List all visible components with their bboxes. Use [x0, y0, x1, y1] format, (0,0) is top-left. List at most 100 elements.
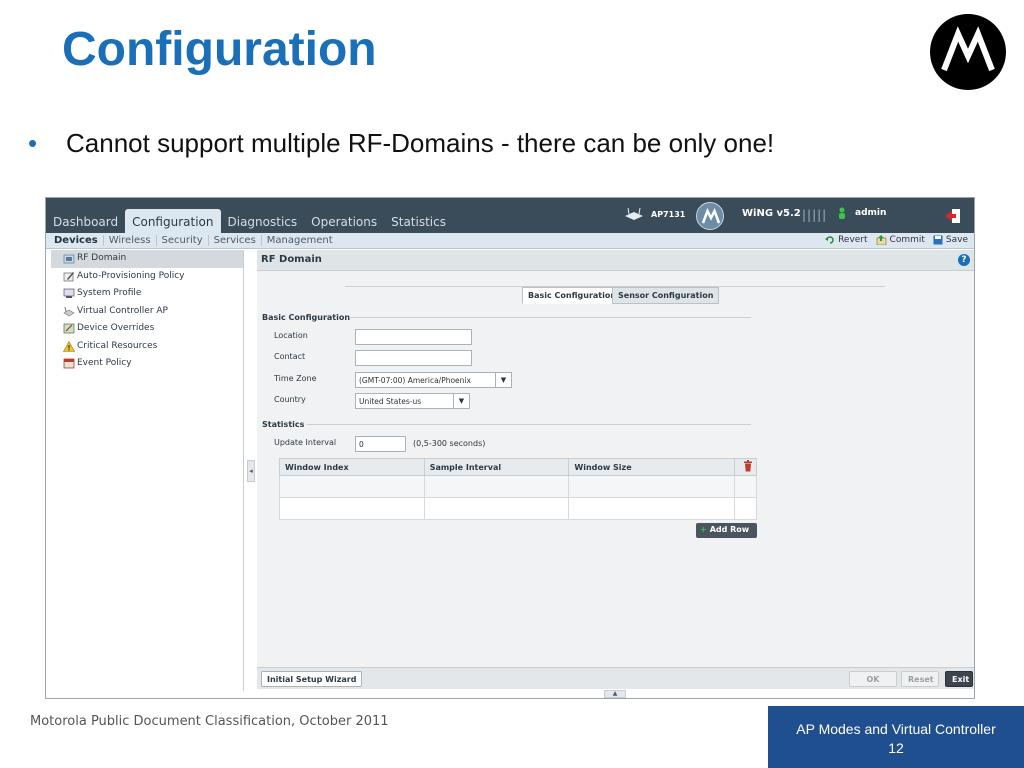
content-title: RF Domain: [261, 254, 322, 265]
motorola-logo: [930, 14, 1006, 90]
motorola-mini-logo: [696, 202, 724, 230]
location-label: Location: [274, 331, 308, 340]
subtab-services[interactable]: Services: [209, 235, 262, 246]
subtab-security[interactable]: Security: [157, 235, 209, 246]
location-input[interactable]: [355, 329, 472, 345]
country-select[interactable]: United States-us ▼: [355, 393, 470, 409]
tab-sensor-configuration[interactable]: Sensor Configuration: [612, 287, 720, 304]
tab-configuration[interactable]: Configuration: [125, 209, 221, 233]
time-zone-label: Time Zone: [274, 374, 317, 383]
system-profile-icon: [63, 288, 75, 298]
rf-domain-icon: [63, 254, 75, 264]
virtual-controller-icon: [63, 306, 75, 316]
bullet-text: Cannot support multiple RF-Domains - the…: [66, 128, 775, 158]
commit-icon: [876, 235, 886, 245]
revert-button[interactable]: Revert: [825, 235, 868, 245]
sidebar-item-virtual-controller[interactable]: Virtual Controller AP: [51, 303, 243, 321]
exit-button[interactable]: Exit: [945, 671, 973, 687]
user-icon: [839, 207, 845, 219]
statistics-heading: Statistics: [262, 420, 305, 429]
table-row[interactable]: [279, 497, 757, 520]
access-point-icon: [625, 207, 643, 220]
save-icon: [933, 235, 943, 245]
reset-button[interactable]: Reset: [901, 671, 939, 687]
time-zone-value: (GMT-07:00) America/Phoenix: [359, 376, 471, 385]
revert-icon: [825, 236, 834, 244]
section-divider: [349, 317, 751, 318]
tab-diagnostics[interactable]: Diagnostics: [221, 209, 305, 233]
table-row[interactable]: [279, 475, 757, 498]
time-zone-select[interactable]: (GMT-07:00) America/Phoenix ▼: [355, 372, 512, 388]
plus-icon: +: [700, 525, 707, 534]
top-navigation: Dashboard Configuration Diagnostics Oper…: [46, 198, 974, 233]
tab-operations[interactable]: Operations: [304, 209, 384, 233]
device-overrides-icon: [63, 323, 75, 334]
table-header-row: Window Index Sample Interval Window Size: [279, 458, 757, 476]
column-header-window-size[interactable]: Window Size: [568, 458, 736, 476]
revert-label: Revert: [838, 235, 868, 245]
device-label: AP7131: [651, 210, 686, 219]
sidebar-item-device-overrides[interactable]: Device Overrides: [51, 320, 243, 338]
country-value: United States-us: [359, 397, 422, 406]
update-interval-hint: (0,5-300 seconds): [413, 439, 486, 448]
sidebar-item-label: System Profile: [77, 288, 142, 298]
commit-label: Commit: [889, 235, 925, 245]
app-window: Dashboard Configuration Diagnostics Oper…: [45, 197, 975, 699]
basic-configuration-heading: Basic Configuration: [262, 313, 351, 322]
version-label: WiNG v5.2: [742, 208, 801, 219]
sidebar-item-critical-resources[interactable]: Critical Resources: [51, 338, 243, 356]
commit-button[interactable]: Commit: [876, 235, 925, 245]
page-number: 12: [888, 740, 904, 756]
logout-icon[interactable]: [944, 208, 962, 224]
footer-box: AP Modes and Virtual Controller 12: [768, 706, 1024, 768]
statistics-table: Window Index Sample Interval Window Size: [279, 458, 757, 520]
add-row-button[interactable]: + Add Row: [696, 523, 757, 538]
provisioning-icon: [63, 271, 74, 281]
sidebar-collapse-handle[interactable]: ◂: [247, 460, 255, 482]
dropdown-arrow-icon: ▼: [453, 394, 469, 408]
section-divider: [307, 424, 751, 425]
sidebar-item-auto-provisioning[interactable]: Auto-Provisioning Policy: [51, 268, 243, 286]
contact-input[interactable]: [355, 350, 472, 366]
ok-button[interactable]: OK: [849, 671, 897, 687]
sidebar-item-event-policy[interactable]: Event Policy: [51, 355, 243, 373]
signal-bars: |||||: [802, 208, 828, 222]
top-tabs: Dashboard Configuration Diagnostics Oper…: [46, 209, 453, 233]
bullet-icon: •: [28, 128, 38, 158]
tab-basic-configuration[interactable]: Basic Configuration: [522, 287, 623, 304]
save-label: Save: [945, 235, 968, 245]
contact-label: Contact: [274, 352, 306, 361]
content-header: RF Domain ?: [257, 250, 974, 271]
slide-title: Configuration: [62, 23, 377, 76]
sidebar-item-rf-domain[interactable]: RF Domain: [51, 250, 243, 268]
event-policy-icon: [63, 358, 75, 369]
bottom-bar: Initial Setup Wizard OK Reset Exit: [257, 667, 974, 689]
content-panel: RF Domain ? Basic Configuration Sensor C…: [257, 250, 974, 667]
column-header-sample-interval[interactable]: Sample Interval: [423, 458, 570, 476]
country-label: Country: [274, 395, 306, 404]
initial-setup-wizard-button[interactable]: Initial Setup Wizard: [261, 671, 363, 687]
bottom-expand-handle[interactable]: ▲: [604, 690, 626, 698]
dropdown-arrow-icon: ▼: [495, 373, 511, 387]
sidebar-item-label: RF Domain: [77, 253, 127, 263]
trash-icon[interactable]: [743, 460, 753, 472]
update-interval-input[interactable]: 0: [355, 436, 406, 452]
add-row-label: Add Row: [709, 525, 750, 534]
subtab-wireless[interactable]: Wireless: [104, 235, 157, 246]
warning-icon: [63, 340, 75, 352]
subtab-devices[interactable]: Devices: [54, 235, 104, 246]
tab-dashboard[interactable]: Dashboard: [46, 209, 125, 233]
subtab-management[interactable]: Management: [262, 235, 338, 246]
help-icon[interactable]: ?: [958, 254, 970, 266]
username[interactable]: admin: [855, 208, 886, 218]
sidebar-item-label: Event Policy: [77, 358, 132, 368]
save-button[interactable]: Save: [933, 235, 968, 245]
footer-classification: Motorola Public Document Classification,…: [30, 714, 389, 729]
sub-navigation: Devices Wireless Security Services Manag…: [46, 233, 974, 249]
tab-statistics[interactable]: Statistics: [384, 209, 453, 233]
sidebar-item-label: Virtual Controller AP: [77, 305, 168, 316]
column-header-window-index[interactable]: Window Index: [279, 458, 425, 476]
sidebar: RF Domain Auto-Provisioning Policy Syste…: [51, 250, 244, 691]
sidebar-item-label: Device Overrides: [77, 323, 155, 333]
sidebar-item-system-profile[interactable]: System Profile: [51, 285, 243, 303]
